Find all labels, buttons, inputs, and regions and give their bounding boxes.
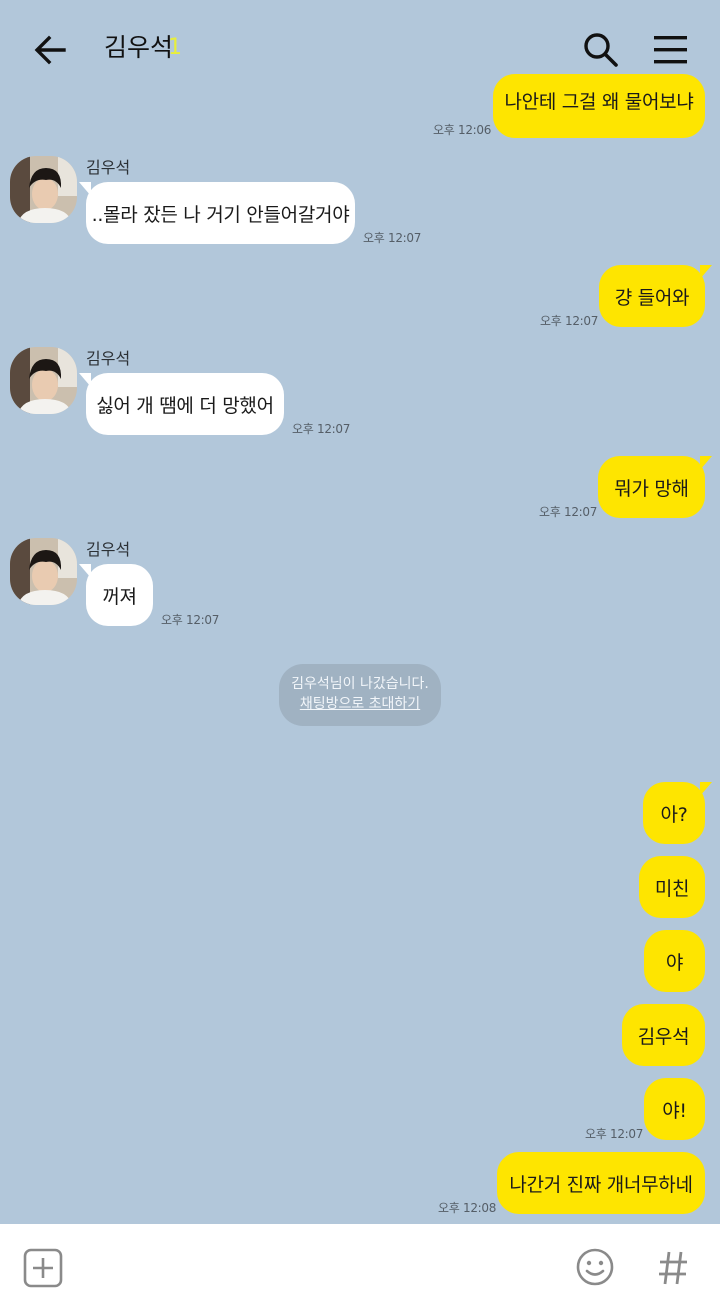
- avatar[interactable]: [10, 347, 77, 414]
- message-time: 오후 12:07: [539, 505, 598, 519]
- message-text: 나간거 진짜 개너무하네: [509, 1173, 693, 1196]
- my-message-bubble[interactable]: 미친: [639, 856, 705, 918]
- system-notice: 김우석님이 나갔습니다. 채팅방으로 초대하기: [279, 664, 441, 726]
- my-message-bubble[interactable]: 야: [644, 930, 705, 992]
- member-count: 1: [168, 35, 182, 60]
- plus-square-icon[interactable]: [23, 1248, 63, 1288]
- message-time: 오후 12:06: [433, 123, 492, 137]
- my-message-bubble[interactable]: 나간거 진짜 개너무하네: [497, 1152, 705, 1214]
- sender-name: 김우석: [86, 540, 131, 559]
- profile-photo: [10, 156, 77, 223]
- message-time: 오후 12:07: [540, 314, 599, 328]
- invite-link[interactable]: 채팅방으로 초대하기: [300, 694, 420, 714]
- sender-name: 김우석: [86, 349, 131, 368]
- hashtag-icon[interactable]: [657, 1246, 689, 1288]
- message-text: 걍 들어와: [614, 286, 690, 309]
- message-time: 오후 12:08: [438, 1201, 497, 1215]
- chat-title[interactable]: 김우석: [104, 30, 173, 66]
- other-message-bubble[interactable]: ..몰라 잤든 나 거기 안들어갈거야: [79, 182, 355, 244]
- other-message-bubble[interactable]: 꺼져: [79, 564, 153, 626]
- message-text: 김우석: [637, 1025, 690, 1048]
- other-message-bubble[interactable]: 싫어 개 땜에 더 망했어: [79, 373, 284, 435]
- avatar[interactable]: [10, 538, 77, 605]
- message-text: 야!: [662, 1099, 687, 1122]
- smiley-icon[interactable]: [575, 1247, 615, 1287]
- chat-header: 김우석 1: [0, 0, 720, 98]
- my-message-bubble[interactable]: 뭐가 망해: [598, 456, 712, 518]
- message-text: 뭐가 망해: [614, 477, 689, 500]
- message-text: 아?: [660, 803, 688, 826]
- avatar[interactable]: [10, 156, 77, 223]
- message-text: 미친: [654, 877, 690, 900]
- hamburger-menu-icon[interactable]: [650, 29, 692, 71]
- my-message-bubble[interactable]: 야!: [644, 1078, 705, 1140]
- my-message-bubble[interactable]: 김우석: [622, 1004, 705, 1066]
- message-time: 오후 12:07: [585, 1127, 644, 1141]
- my-message-bubble[interactable]: 걍 들어와: [599, 265, 712, 327]
- sender-name: 김우석: [86, 158, 131, 177]
- my-message-bubble[interactable]: 아?: [643, 782, 712, 844]
- message-text: 야: [665, 951, 684, 974]
- message-text: ..몰라 잤든 나 거기 안들어갈거야: [91, 203, 350, 226]
- profile-photo: [10, 538, 77, 605]
- profile-photo: [10, 347, 77, 414]
- left-notice-text: 김우석님이 나갔습니다.: [291, 676, 429, 692]
- message-text: 꺼져: [102, 585, 137, 608]
- chat-area[interactable]: 나안테 그걸 왜 물어보냐 오후 12:06 김우석 ..몰라 잤든 나 거기 …: [0, 0, 720, 1224]
- message-time: 오후 12:07: [363, 231, 422, 245]
- message-time: 오후 12:07: [161, 613, 220, 627]
- message-text: 싫어 개 땜에 더 망했어: [96, 394, 274, 417]
- back-arrow-icon[interactable]: [30, 30, 70, 70]
- message-time: 오후 12:07: [292, 422, 351, 436]
- search-icon[interactable]: [580, 29, 620, 69]
